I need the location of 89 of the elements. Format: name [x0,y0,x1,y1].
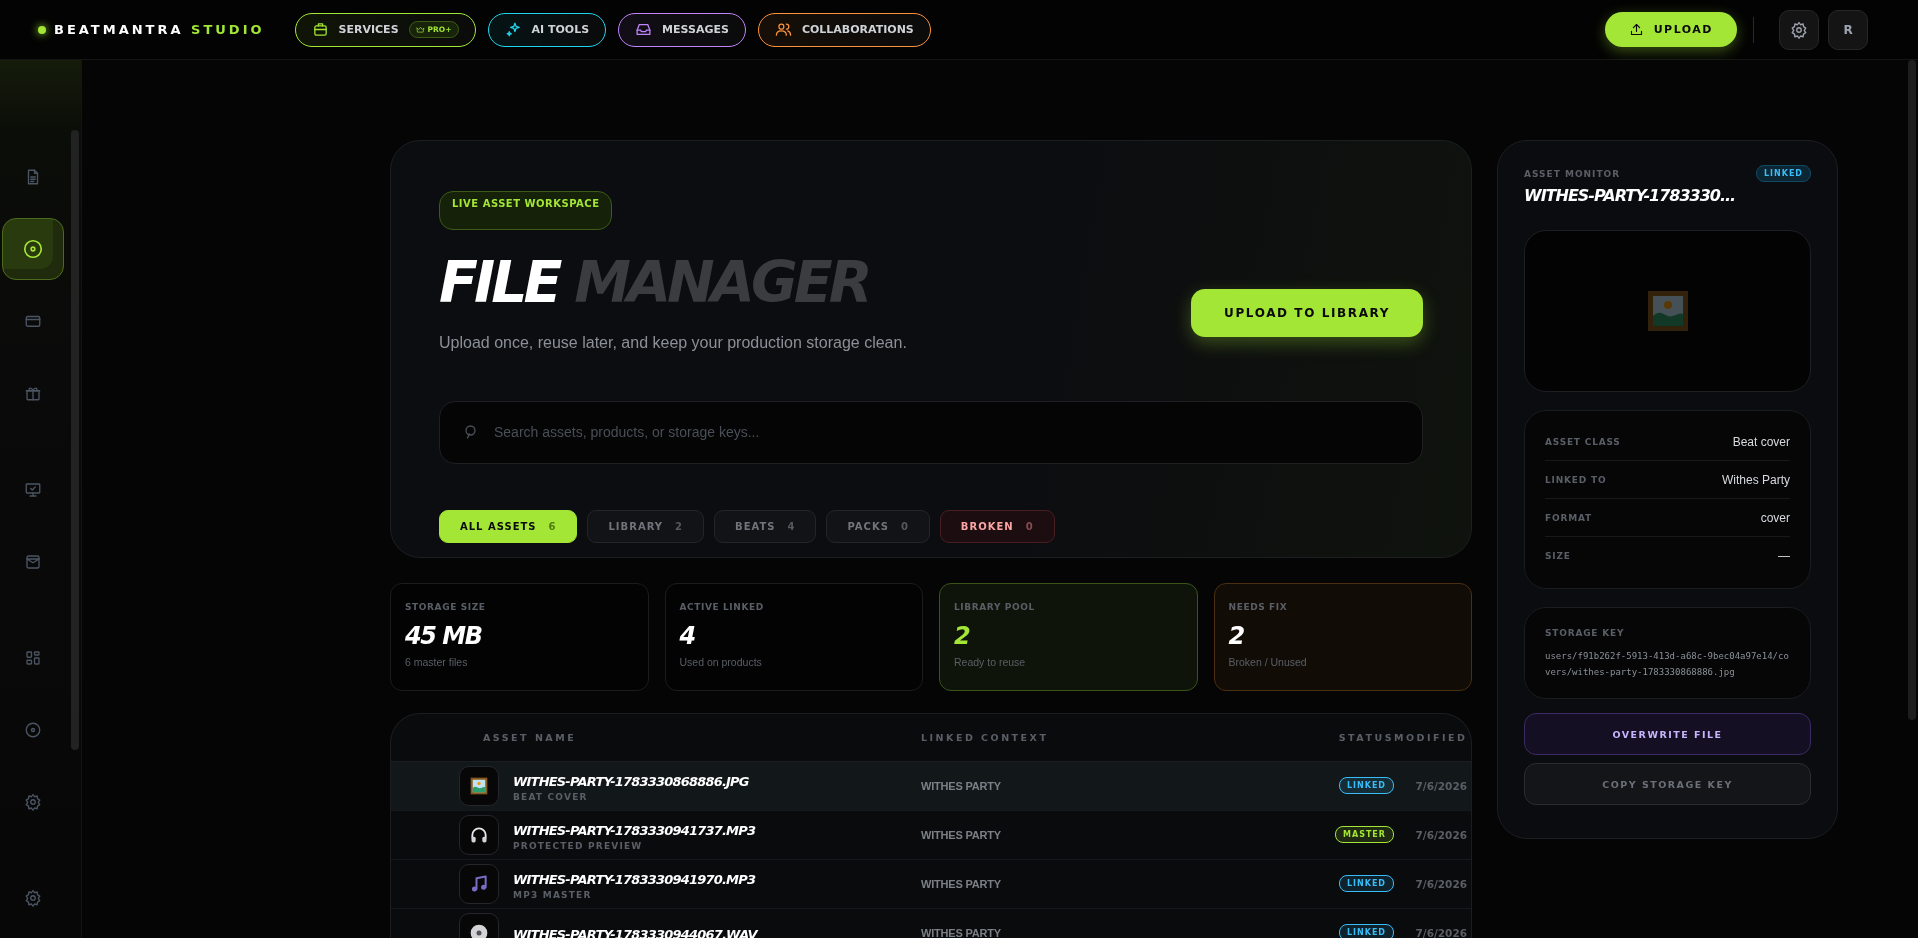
settings-button[interactable] [1779,9,1819,50]
column-header: STATUS [1337,732,1394,743]
asset-name: WITHES-PARTY-1783330941737.MP3 [513,822,756,838]
upload-icon [1628,22,1644,37]
crown-icon [415,25,425,34]
scrollbar[interactable] [1908,60,1916,720]
column-header: LINKED CONTEXT [921,732,1050,743]
filter-tab[interactable]: ALL ASSETS 6 [439,509,578,543]
stat-value: 2 [954,622,971,650]
storage-key-value: users/f91b262f-5913-413d-a68c-9bec04a97e14/covers/withes-party-1783330868886.jpg [1545,650,1790,679]
linked-context: WITHES PARTY [921,927,1002,938]
detail-label: LINKED TO [1545,474,1607,485]
panel-action-button[interactable]: COPY STORAGE KEY [1524,763,1811,805]
status-badge: LINKED [1755,165,1811,182]
modified-date: 7/6/2026 [1414,780,1468,792]
stat-value: 4 [679,622,696,650]
briefcase-icon [311,21,329,38]
workspace-tag: LIVE ASSET WORKSPACE [439,191,613,231]
modified-date: 7/6/2026 [1414,829,1468,841]
headphones-icon [469,825,489,845]
detail-label: FORMAT [1545,512,1592,523]
panel-action-button[interactable]: OVERWRITE FILE [1524,713,1811,755]
stat-label: ACTIVE LINKED [679,602,765,612]
stat-note: Used on products [679,656,763,668]
detail-value: Withes Party [1722,472,1790,487]
status-badge: LINKED [1338,924,1394,938]
sidebar-item[interactable] [1,218,64,280]
stat-label: LIBRARY POOL [954,602,1036,612]
settings-icon [23,889,42,907]
modified-date: 7/6/2026 [1414,878,1468,890]
detail-value: Beat cover [1732,434,1790,449]
detail-label: ASSET CLASS [1545,436,1621,447]
sparkle-icon [504,21,522,38]
upload-button[interactable]: UPLOAD [1604,12,1737,47]
linked-context: WITHES PARTY [921,780,1002,792]
column-header: MODIFIED [1394,732,1469,743]
status-badge: MASTER [1335,826,1394,843]
nav-pill-button[interactable]: COLLABORATIONS [757,12,931,47]
asset-type: BEAT COVER [513,791,589,802]
asset-name: WITHES-PARTY-1783330941970.MP3 [513,871,756,887]
nav-pill-button[interactable]: MESSAGES [618,12,746,47]
detail-value: — [1778,548,1790,563]
status-badge: LINKED [1338,777,1394,794]
filter-tab[interactable]: BEATS 4 [714,509,817,543]
avatar-button[interactable]: R [1828,9,1868,50]
scrollbar[interactable] [71,130,79,750]
file-name: WITHES-PARTY-1783330... [1524,186,1737,205]
nav-pill-button[interactable]: AI TOOLS [487,12,607,47]
stat-value: 2 [1228,622,1245,650]
modified-date: 7/6/2026 [1414,927,1468,938]
stat-note: 6 master files [405,656,469,668]
inbox-icon [635,21,653,38]
stat-note: Ready to reuse [954,656,1027,668]
filter-tab[interactable]: LIBRARY 2 [587,509,704,543]
stat-label: STORAGE SIZE [405,602,487,612]
detail-value: cover [1760,510,1790,525]
asset-row[interactable]: WITHES-PARTY-1783330941970.MP3 MP3 MASTER WITHES PARTY LINKED 7/6/2026 [391,860,1471,909]
status-dot-icon [38,25,46,34]
upload-to-library-button[interactable]: UPLOAD TO LIBRARY [1191,289,1423,338]
asset-row[interactable]: WITHES-PARTY-1783330868886.JPG BEAT COVER WITHES PARTY LINKED 7/6/2026 [391,762,1471,811]
asset-type: PROTECTED PREVIEW [513,840,644,851]
status-badge: LINKED [1338,875,1394,892]
asset-name: WITHES-PARTY-1783330868886.JPG [513,773,749,789]
panel-title: ASSET MONITOR [1524,168,1621,179]
grid-icon [23,649,42,667]
filter-tab[interactable]: PACKS 0 [826,509,930,543]
asset-type: MP3 MASTER [513,889,593,900]
stat-note: Broken / Unused [1228,656,1308,668]
stat-label: NEEDS FIX [1228,602,1289,612]
brand-name: BEATMANTRA STUDIO [54,22,265,37]
monitor-check-icon [23,481,42,499]
settings-icon [1790,20,1808,39]
stat-value: 45 MB [405,622,483,650]
linked-context: WITHES PARTY [921,829,1002,841]
inbox-icon [23,553,42,571]
storage-key-label: STORAGE KEY [1545,628,1626,638]
asset-row[interactable]: WITHES-PARTY-1783330941737.MP3 PROTECTED PREVIEW WITHES PARTY MASTER 7/6/2026 [391,811,1471,860]
settings-icon [23,793,42,811]
disc-icon [23,721,42,739]
disc-icon [21,238,44,260]
page-subtitle: Upload once, reuse later, and keep your production storage clean. [439,334,908,354]
music-note-icon [469,874,489,894]
search-field[interactable]: Search assets, products, or storage keys... [439,400,1423,464]
column-header: ASSET NAME [482,732,578,743]
linked-context: WITHES PARTY [921,878,1002,890]
detail-label: SIZE [1545,550,1571,561]
users-icon [774,21,792,38]
filter-tab[interactable]: BROKEN 0 [939,509,1055,543]
framed-picture-icon [469,776,489,796]
